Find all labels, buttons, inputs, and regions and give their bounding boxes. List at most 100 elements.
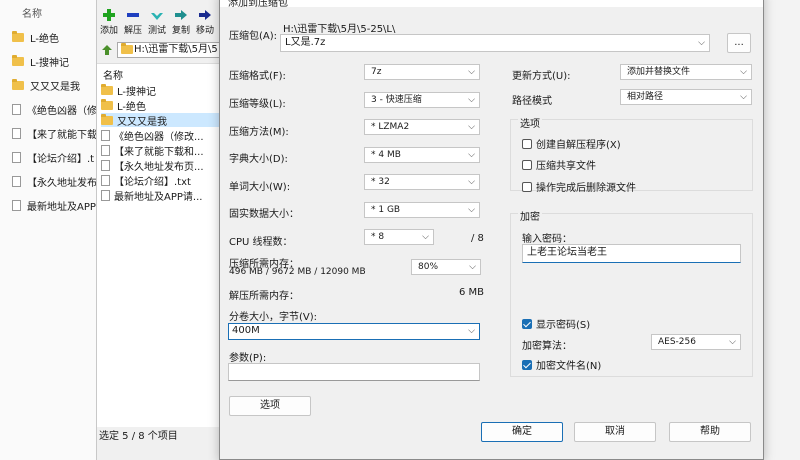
folder-icon [12, 54, 24, 66]
explorer-item[interactable]: 【永久地址发布 [12, 173, 97, 189]
chevron-down-icon: ⌵ [698, 38, 705, 48]
mem-percent-select[interactable]: 80% ⌵ [411, 259, 481, 275]
status-bar: 选定 5 / 8 个项目 [99, 431, 178, 442]
explorer-item[interactable]: 【来了就能下载 [12, 125, 97, 141]
update-label: 更新方式(U): [512, 71, 571, 82]
decomp-value: 6 MB [459, 287, 485, 298]
sfx-checkbox[interactable]: 创建自解压程序(X) [522, 136, 621, 151]
file-icon [101, 144, 110, 156]
level-select[interactable]: 3 - 快速压缩 ⌵ [364, 92, 480, 108]
move-arrow-icon [198, 9, 212, 21]
folder-icon [101, 98, 113, 110]
chevron-down-icon: ⌵ [468, 150, 475, 160]
list-item[interactable]: 【论坛介绍】.txt [101, 173, 221, 187]
column-header-name[interactable]: 名称 [103, 67, 123, 82]
file-icon [12, 127, 21, 139]
copy-button[interactable]: 复制 [171, 9, 191, 36]
enc-method-label: 加密算法： [522, 341, 572, 352]
help-button[interactable]: 帮助 [669, 422, 751, 442]
method-label: 压缩方法(M): [229, 127, 289, 138]
chevron-down-icon: ⌵ [740, 92, 747, 102]
plus-icon [102, 9, 116, 21]
word-select[interactable]: * 32 ⌵ [364, 174, 480, 190]
add-button[interactable]: 添加 [99, 9, 119, 36]
file-icon [12, 103, 21, 115]
explorer-column-name[interactable]: 名称 [22, 5, 42, 20]
solid-label: 固实数据大小： [229, 209, 299, 220]
params-input[interactable] [228, 363, 480, 381]
options-button[interactable]: 选项 [229, 396, 311, 416]
chevron-down-icon: ⌵ [468, 67, 475, 77]
explorer-item[interactable]: L-搜神记 [12, 53, 69, 69]
folder-icon [12, 78, 24, 90]
chevron-down-icon: ⌵ [740, 67, 747, 77]
format-label: 压缩格式(F): [229, 71, 286, 82]
extract-button[interactable]: 解压 [123, 9, 143, 36]
explorer-item[interactable]: 《绝色凶器（修 [12, 101, 97, 117]
list-item[interactable]: 又又又是我 [101, 113, 221, 127]
add-to-archive-dialog: 添加到压缩包 ✕ 压缩包(A): H:\迅雷下载\5月\5-25\L\ L又是.… [219, 0, 764, 460]
list-item[interactable]: L-绝色 [101, 98, 221, 112]
explorer-item[interactable]: L-绝色 [12, 29, 59, 45]
address-input[interactable]: H:\迅雷下载\5月\5 [117, 42, 221, 58]
enc-method-select[interactable]: AES-256 ⌵ [651, 334, 741, 350]
copy-arrow-icon [174, 9, 188, 21]
method-select[interactable]: * LZMA2 ⌵ [364, 119, 480, 135]
update-select[interactable]: 添加并替换文件 ⌵ [620, 64, 752, 80]
folder-icon [121, 43, 133, 54]
word-label: 单词大小(W): [229, 182, 291, 193]
ok-button[interactable]: 确定 [481, 422, 563, 442]
list-item[interactable]: 【来了就能下载和... [101, 143, 221, 157]
explorer-item[interactable]: 【论坛介绍】.t [12, 149, 94, 165]
up-folder-icon[interactable] [101, 44, 113, 56]
cpu-select[interactable]: * 8 ⌵ [364, 229, 434, 245]
decomp-label: 解压所需内存： [229, 291, 299, 302]
explorer-item[interactable]: 又又又是我 [12, 77, 80, 93]
archive-name-combo[interactable]: L又是.7z ⌵ [280, 34, 710, 52]
list-item[interactable]: 《绝色凶器（修改... [101, 128, 221, 142]
cpu-max: / 8 [471, 233, 484, 244]
cancel-button[interactable]: 取消 [574, 422, 656, 442]
show-password-checkbox[interactable]: 显示密码(S) [522, 316, 590, 331]
path-mode-label: 路径模式 [512, 96, 552, 107]
chevron-down-icon: ⌵ [469, 262, 476, 272]
cpu-label: CPU 线程数： [229, 237, 293, 248]
minus-icon [126, 9, 140, 21]
chevron-down-icon: ⌵ [468, 326, 475, 336]
list-item[interactable]: 最新地址及APP请... [101, 188, 221, 202]
list-item[interactable]: L-搜神记 [101, 83, 221, 97]
chevron-down-icon: ⌵ [468, 122, 475, 132]
delete-after-checkbox[interactable]: 操作完成后删除源文件 [522, 179, 636, 194]
file-list: 名称 L-搜神记 L-绝色 又又又是我 《绝色凶器（修改... 【来了就能下载和… [97, 63, 221, 427]
shared-files-checkbox[interactable]: 压缩共享文件 [522, 157, 596, 172]
password-label: 输入密码： [522, 234, 572, 245]
params-label: 参数(P): [229, 353, 267, 364]
title-bar: 添加到压缩包 [220, 0, 763, 9]
options-group-title: 选项 [518, 115, 542, 130]
dict-select[interactable]: * 4 MB ⌵ [364, 147, 480, 163]
folder-icon [12, 30, 24, 42]
folder-icon [101, 113, 113, 125]
check-icon [150, 9, 164, 21]
folder-icon [101, 83, 113, 95]
chevron-down-icon: ⌵ [468, 95, 475, 105]
chevron-down-icon: ⌵ [422, 232, 429, 242]
move-button[interactable]: 移动 [195, 9, 215, 36]
explorer-item[interactable]: 最新地址及APP [12, 197, 96, 213]
split-label: 分卷大小，字节(V): [229, 312, 318, 323]
test-button[interactable]: 测试 [147, 9, 167, 36]
encryption-group-title: 加密 [518, 208, 542, 223]
chevron-down-icon: ⌵ [468, 177, 475, 187]
explorer-pane: 名称 L-绝色 L-搜神记 又又又是我 《绝色凶器（修 【来了就能下载 【论坛介… [0, 0, 97, 460]
format-select[interactable]: 7z ⌵ [364, 64, 480, 80]
dialog-title: 添加到压缩包 [228, 0, 288, 9]
list-item[interactable]: 【永久地址发布页... [101, 158, 221, 172]
solid-select[interactable]: * 1 GB ⌵ [364, 202, 480, 218]
mem-detail: 496 MB / 9672 MB / 12090 MB [229, 267, 366, 277]
path-mode-select[interactable]: 相对路径 ⌵ [620, 89, 752, 105]
close-icon[interactable]: ✕ [739, 0, 751, 4]
browse-button[interactable]: ... [727, 33, 751, 53]
split-size-combo[interactable]: 400M ⌵ [228, 323, 480, 340]
password-input[interactable]: 上老王论坛当老王 [522, 244, 741, 263]
encrypt-names-checkbox[interactable]: 加密文件名(N) [522, 357, 601, 372]
